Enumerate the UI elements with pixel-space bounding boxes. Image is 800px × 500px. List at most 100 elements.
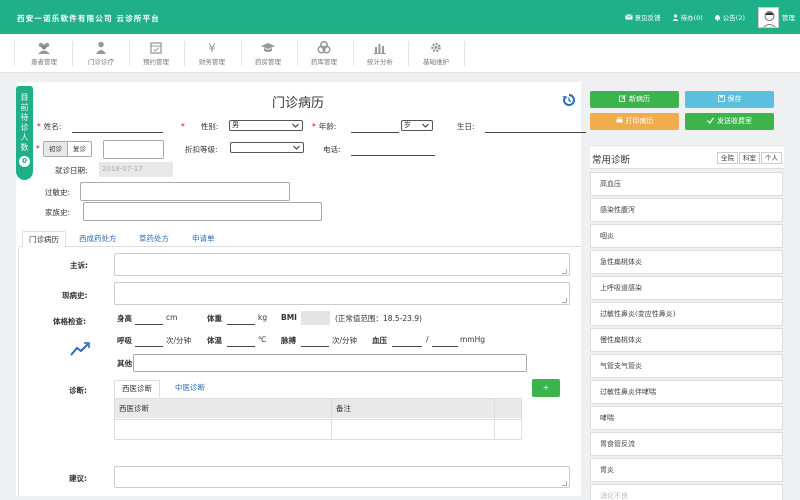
print-record-button[interactable]: 打印病历 — [590, 113, 679, 130]
scope-personal-button[interactable]: 个人 — [761, 152, 782, 164]
tab-western-prescription[interactable]: 西成药处方 — [73, 231, 123, 248]
nav-label: 财务管理 — [199, 58, 225, 66]
history-icon[interactable] — [562, 93, 576, 107]
phone-field[interactable] — [351, 146, 435, 156]
breath-field[interactable] — [135, 337, 163, 347]
list-item[interactable]: 过敏性鼻炎伴哮喘 — [590, 380, 783, 404]
pulse-unit: 次/分钟 — [332, 336, 358, 345]
bmi-range: (正常值范围：18.5-23.9) — [335, 314, 422, 323]
discount-select[interactable] — [230, 142, 304, 153]
list-item[interactable]: 胃炎 — [590, 458, 783, 482]
diagnosis-label: 诊断: — [69, 386, 87, 395]
bp-diastolic-field[interactable] — [432, 337, 458, 347]
users-icon — [38, 42, 50, 54]
feedback-link[interactable]: 意见反馈 — [624, 12, 661, 22]
bmi-label: BMI — [281, 313, 297, 322]
scope-hospital-button[interactable]: 全院 — [717, 152, 738, 164]
visit-number-field[interactable] — [103, 140, 164, 159]
person-icon — [672, 13, 679, 21]
list-item[interactable]: 上呼吸道感染 — [590, 276, 783, 300]
table-header-actions — [495, 399, 521, 418]
other-field[interactable] — [133, 354, 527, 372]
send-to-cashier-button[interactable]: 发送收费室 — [685, 113, 774, 130]
nav-item-warehouse[interactable]: 药库管理 — [302, 34, 346, 73]
age-label: * 年龄: — [312, 122, 337, 131]
list-item[interactable]: 感染性腹泻 — [590, 198, 783, 222]
tab-outpatient-record[interactable]: 门诊病历 — [22, 231, 66, 248]
present-history-textarea[interactable] — [114, 282, 570, 305]
list-item[interactable]: 气管支气管炎 — [590, 354, 783, 378]
visit-return-button[interactable]: 复诊 — [68, 142, 91, 156]
physical-exam-label: 体格检查: — [53, 317, 86, 326]
list-item[interactable]: 胃食管反流 — [590, 432, 783, 456]
bp-separator: / — [426, 335, 429, 344]
family-history-field[interactable] — [83, 202, 322, 221]
svg-text:¥: ¥ — [208, 41, 216, 54]
tab-chinese-diagnosis[interactable]: 中医诊断 — [168, 380, 212, 398]
new-record-button[interactable]: 新病历 — [590, 91, 679, 108]
name-field[interactable] — [72, 123, 163, 133]
pulse-field[interactable] — [301, 337, 329, 347]
todo-link[interactable]: 待办(0) — [672, 12, 703, 22]
notice-link[interactable]: 公告(2) — [714, 12, 745, 22]
birthday-field[interactable] — [485, 123, 586, 133]
save-button[interactable]: 保存 — [685, 91, 774, 108]
advice-textarea[interactable] — [114, 466, 570, 488]
list-item[interactable]: 哮喘 — [590, 406, 783, 430]
edit-icon — [619, 95, 626, 102]
list-item[interactable]: 消化不良 — [590, 484, 783, 500]
nav-item-statistics[interactable]: 统计分析 — [358, 34, 402, 73]
age-field[interactable] — [351, 123, 399, 133]
calendar-icon — [150, 42, 162, 54]
table-cell[interactable] — [495, 419, 521, 439]
table-cell[interactable] — [332, 419, 495, 439]
tab-application-form[interactable]: 申请单 — [186, 231, 221, 248]
brand-title: 西安一诺乐软件有限公司 云诊所平台 — [17, 14, 161, 23]
gender-label: * 性别: — [181, 122, 219, 131]
gender-select[interactable]: 男 — [229, 120, 303, 131]
allergy-field[interactable] — [80, 182, 290, 201]
trend-chart-icon[interactable] — [70, 342, 90, 356]
nav-item-patients[interactable]: 患者管理 — [22, 34, 66, 73]
tab-herbal-prescription[interactable]: 草药处方 — [133, 231, 175, 248]
add-diagnosis-button[interactable]: + — [532, 379, 560, 397]
age-unit-select[interactable]: 岁 — [401, 120, 433, 131]
pills-icon — [317, 41, 331, 54]
scope-department-button[interactable]: 科室 — [739, 152, 760, 164]
nav-label: 门诊诊疗 — [88, 58, 114, 66]
chevron-down-icon — [293, 145, 300, 150]
nav-item-pharmacy[interactable]: 药房管理 — [246, 34, 290, 73]
complaint-textarea[interactable] — [114, 253, 570, 276]
nav-item-appointments[interactable]: 预约管理 — [134, 34, 178, 73]
page-title: 门诊病历 — [271, 96, 324, 111]
common-diagnosis-title: 常用诊断 — [592, 155, 631, 166]
height-field[interactable] — [135, 315, 163, 325]
temperature-field[interactable] — [227, 337, 255, 347]
todo-label: 待办(0) — [680, 14, 703, 22]
avatar[interactable] — [758, 6, 779, 28]
list-item[interactable]: 慢性扁桃体炎 — [590, 328, 783, 352]
chevron-down-icon — [292, 123, 299, 128]
diagnosis-table: 西医诊断 备注 — [114, 398, 522, 440]
nav-label: 基础维护 — [423, 58, 449, 66]
table-cell[interactable] — [115, 419, 332, 439]
visit-date-label: 就诊日期: — [55, 166, 88, 175]
table-header-remark: 备注 — [332, 399, 495, 418]
visit-date-field[interactable]: 2018-07-17 — [99, 162, 173, 177]
discount-label: 折扣等级: — [185, 145, 218, 154]
list-item[interactable]: 急性扁桃体炎 — [590, 250, 783, 274]
list-item[interactable]: 高血压 — [590, 172, 783, 196]
tab-western-diagnosis[interactable]: 西医诊断 — [114, 380, 160, 398]
bp-systolic-field[interactable] — [392, 337, 422, 347]
doctor-icon — [96, 41, 106, 54]
nav-item-finance[interactable]: ¥ 财务管理 — [190, 34, 234, 73]
nav-item-clinic[interactable]: 门诊诊疗 — [79, 34, 123, 73]
visit-first-button[interactable]: 初诊 — [44, 142, 68, 156]
graduation-cap-icon — [261, 43, 275, 52]
list-item[interactable]: 咽炎 — [590, 224, 783, 248]
user-name[interactable]: 管理 — [782, 12, 795, 22]
check-icon — [707, 117, 714, 124]
weight-field[interactable] — [227, 315, 255, 325]
list-item[interactable]: 过敏性鼻炎(变应性鼻炎) — [590, 302, 783, 326]
nav-item-settings[interactable]: 基础维护 — [414, 34, 458, 73]
